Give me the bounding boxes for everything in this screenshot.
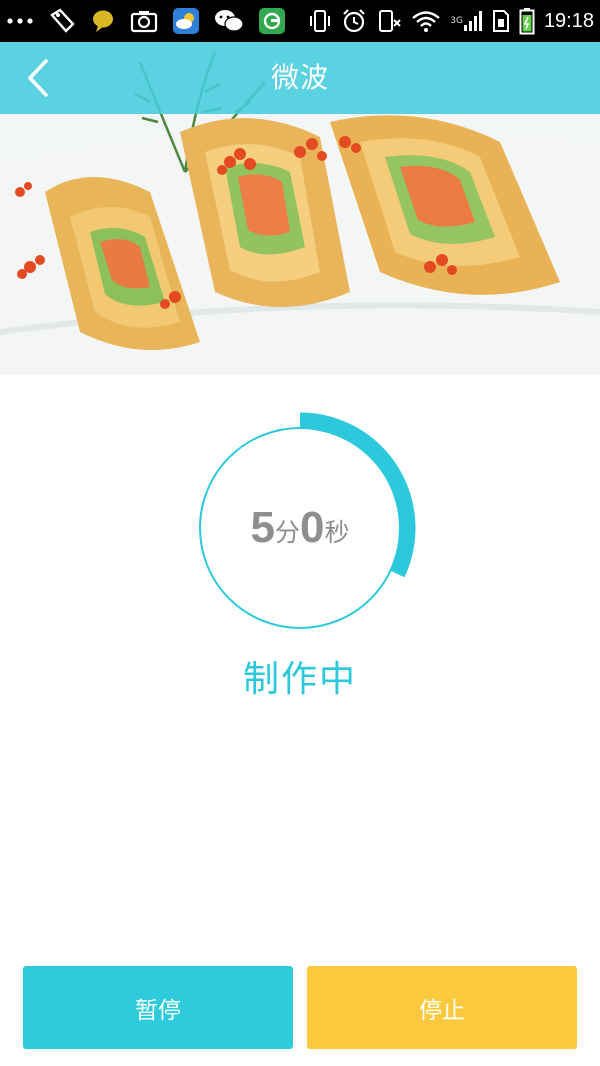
stop-button-label: 停止 bbox=[419, 997, 465, 1024]
phone-muted-icon bbox=[376, 7, 402, 35]
camera-icon bbox=[130, 7, 158, 35]
timer-display: 5 分 0 秒 bbox=[180, 408, 420, 648]
chat-bubble-icon bbox=[90, 7, 116, 35]
weather-icon bbox=[172, 7, 200, 35]
signal-icon: 3G bbox=[450, 7, 483, 35]
notification-icons bbox=[6, 7, 286, 35]
page-title: 微波 bbox=[270, 61, 329, 94]
timer-seconds: 0 bbox=[300, 503, 325, 552]
chevron-left-icon bbox=[28, 59, 48, 97]
network-type-label: 3G bbox=[450, 16, 463, 26]
wifi-icon bbox=[411, 7, 441, 35]
timer-seconds-unit: 秒 bbox=[324, 518, 350, 547]
tag-icon bbox=[48, 7, 76, 35]
status-clock: 19:18 bbox=[543, 10, 594, 32]
title-bar: 微波 bbox=[0, 42, 600, 114]
overflow-dots-icon bbox=[6, 7, 34, 35]
pause-button-label: 暂停 bbox=[135, 997, 181, 1024]
back-button[interactable] bbox=[14, 54, 62, 102]
app-icon bbox=[258, 7, 286, 35]
vibrate-icon bbox=[308, 7, 332, 35]
pause-button[interactable]: 暂停 bbox=[23, 966, 293, 1049]
timer-ring: 5 分 0 秒 bbox=[180, 408, 420, 648]
cooking-status-label: 制作中 bbox=[242, 659, 357, 700]
wechat-icon bbox=[214, 7, 244, 35]
alarm-icon bbox=[341, 7, 367, 35]
battery-icon bbox=[519, 7, 535, 35]
system-icons: 3G 19:18 bbox=[308, 7, 594, 35]
timer-minutes-unit: 分 bbox=[274, 518, 300, 547]
stop-button[interactable]: 停止 bbox=[307, 966, 577, 1049]
sim-icon bbox=[492, 7, 510, 35]
timer-minutes: 5 bbox=[250, 503, 275, 552]
status-bar: 3G 19:18 bbox=[0, 0, 600, 42]
